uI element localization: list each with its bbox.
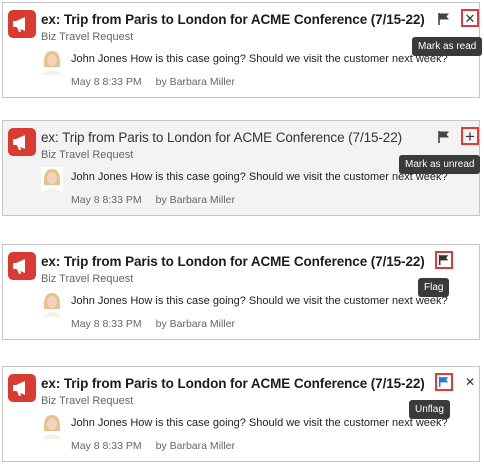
notification-title[interactable]: ex: Trip from Paris to London for ACME C…: [41, 254, 425, 269]
notification-message: John Jones How is this case going? Shoul…: [71, 417, 448, 429]
megaphone-icon: [8, 128, 36, 156]
notification-message: John Jones How is this case going? Shoul…: [71, 53, 448, 65]
notification-message: John Jones How is this case going? Shoul…: [71, 171, 448, 183]
notification-message: John Jones How is this case going? Shoul…: [71, 295, 448, 307]
flag-button[interactable]: [435, 251, 453, 269]
dismiss-button[interactable]: ✕: [461, 373, 479, 391]
flag-button[interactable]: [435, 128, 453, 146]
tooltip: Mark as read: [412, 37, 483, 56]
notification-title[interactable]: ex: Trip from Paris to London for ACME C…: [41, 12, 425, 27]
avatar: [41, 167, 63, 193]
mark-as-unread-button[interactable]: +: [461, 127, 479, 145]
notification-meta: May 8 8:33 PM by Barbara Miller: [71, 318, 235, 330]
notification-title[interactable]: ex: Trip from Paris to London for ACME C…: [41, 130, 402, 145]
megaphone-icon: [8, 374, 36, 402]
tooltip: Flag: [418, 278, 450, 297]
notification-title[interactable]: ex: Trip from Paris to London for ACME C…: [41, 376, 425, 391]
flag-icon: [438, 131, 449, 143]
notification-meta: May 8 8:33 PM by Barbara Miller: [71, 440, 235, 452]
megaphone-icon: [8, 10, 36, 38]
notification-card[interactable]: ex: Trip from Paris to London for ACME C…: [2, 366, 480, 462]
notification-subtitle: Biz Travel Request: [41, 31, 134, 43]
tooltip: Mark as unread: [399, 155, 481, 174]
notification-subtitle: Biz Travel Request: [41, 149, 134, 161]
close-icon: ✕: [464, 375, 476, 389]
unflag-button[interactable]: [435, 373, 453, 391]
megaphone-icon: [8, 252, 36, 280]
flag-icon: [438, 376, 449, 388]
tooltip: Unflag: [409, 400, 450, 419]
close-icon: ✕: [464, 10, 476, 26]
author: by Barbara Miller: [155, 76, 235, 88]
avatar: [41, 413, 63, 439]
notification-meta: May 8 8:33 PM by Barbara Miller: [71, 76, 235, 88]
author: by Barbara Miller: [155, 318, 235, 330]
flag-icon: [438, 254, 449, 266]
avatar: [41, 49, 63, 75]
timestamp: May 8 8:33 PM: [71, 318, 142, 330]
flag-icon: [438, 13, 449, 25]
notification-card[interactable]: ex: Trip from Paris to London for ACME C…: [2, 120, 481, 216]
timestamp: May 8 8:33 PM: [71, 440, 142, 452]
author: by Barbara Miller: [155, 440, 235, 452]
timestamp: May 8 8:33 PM: [71, 194, 142, 206]
mark-as-read-button[interactable]: ✕: [461, 9, 479, 27]
avatar: [41, 291, 63, 317]
notification-subtitle: Biz Travel Request: [41, 395, 134, 407]
flag-button[interactable]: [435, 10, 453, 28]
notification-subtitle: Biz Travel Request: [41, 273, 134, 285]
notification-meta: May 8 8:33 PM by Barbara Miller: [71, 194, 235, 206]
timestamp: May 8 8:33 PM: [71, 76, 142, 88]
notification-card[interactable]: ex: Trip from Paris to London for ACME C…: [2, 244, 480, 340]
notification-card[interactable]: ex: Trip from Paris to London for ACME C…: [2, 2, 483, 98]
plus-icon: +: [465, 126, 475, 146]
author: by Barbara Miller: [155, 194, 235, 206]
